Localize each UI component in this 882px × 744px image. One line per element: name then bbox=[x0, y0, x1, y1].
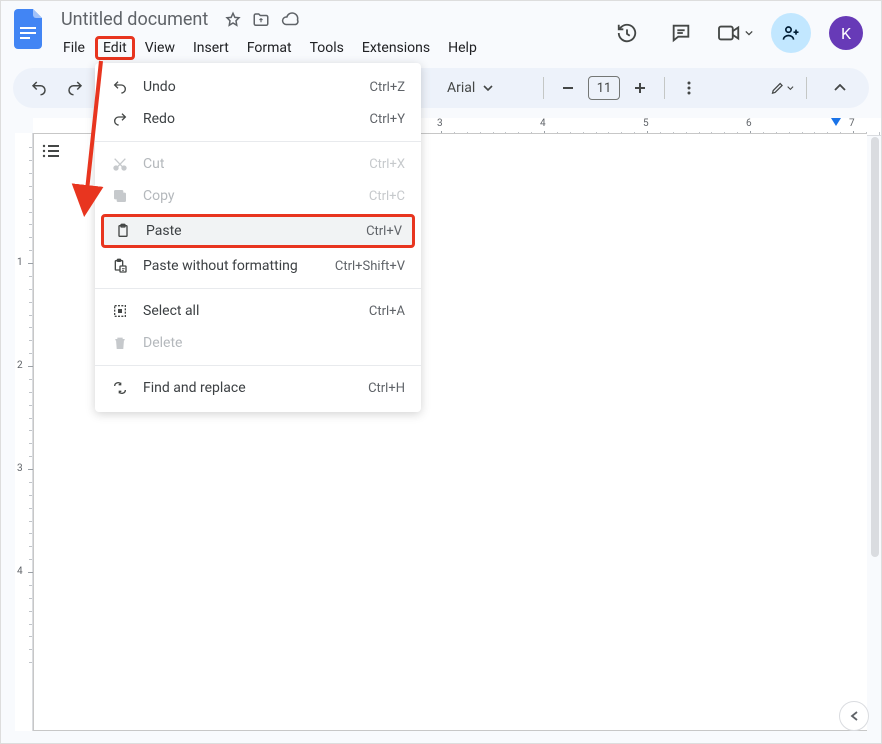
editing-mode-button[interactable] bbox=[770, 76, 794, 100]
star-icon[interactable] bbox=[224, 11, 242, 29]
font-size-control: 11 bbox=[556, 76, 652, 100]
docs-logo-icon[interactable] bbox=[11, 11, 47, 47]
edit-menu-undo-shortcut: Ctrl+Z bbox=[370, 80, 405, 95]
menu-separator bbox=[95, 288, 421, 289]
document-title[interactable]: Untitled document bbox=[55, 7, 214, 32]
explore-fab[interactable] bbox=[839, 701, 869, 731]
share-button[interactable] bbox=[771, 13, 811, 53]
edit-menu-undo-label: Undo bbox=[143, 79, 176, 95]
menu-format[interactable]: Format bbox=[239, 36, 300, 60]
edit-menu-redo-shortcut: Ctrl+Y bbox=[370, 112, 405, 127]
menu-help[interactable]: Help bbox=[440, 36, 485, 60]
scrollbar-thumb[interactable] bbox=[871, 137, 879, 557]
collapse-toolbar-icon[interactable] bbox=[825, 73, 855, 103]
cut-icon bbox=[111, 156, 129, 172]
edit-menu-redo[interactable]: Redo Ctrl+Y bbox=[95, 103, 421, 135]
vertical-scrollbar[interactable] bbox=[871, 137, 879, 703]
paste-icon bbox=[114, 223, 132, 239]
select-all-icon bbox=[111, 303, 129, 319]
edit-menu-cut: Cut Ctrl+X bbox=[95, 148, 421, 180]
header: Untitled document File Edit View Insert … bbox=[1, 1, 881, 60]
menu-extensions[interactable]: Extensions bbox=[354, 36, 438, 60]
edit-menu-select-all-shortcut: Ctrl+A bbox=[369, 304, 405, 319]
edit-menu-cut-shortcut: Ctrl+X bbox=[369, 157, 405, 172]
delete-icon bbox=[111, 335, 129, 351]
edit-menu-select-all-label: Select all bbox=[143, 303, 199, 319]
edit-menu-find-replace-shortcut: Ctrl+H bbox=[368, 381, 405, 396]
undo-icon bbox=[111, 79, 129, 95]
title-and-menubar: Untitled document File Edit View Insert … bbox=[55, 7, 485, 60]
account-avatar[interactable]: K bbox=[829, 16, 863, 50]
menu-insert[interactable]: Insert bbox=[185, 36, 237, 60]
edit-menu-dropdown: Undo Ctrl+Z Redo Ctrl+Y Cut Ctrl+X Copy … bbox=[95, 63, 421, 412]
redo-button[interactable] bbox=[63, 76, 87, 100]
font-family-label: Arial bbox=[447, 80, 475, 96]
edit-menu-find-replace[interactable]: Find and replace Ctrl+H bbox=[95, 372, 421, 404]
edit-menu-find-replace-label: Find and replace bbox=[143, 380, 246, 396]
menu-tools[interactable]: Tools bbox=[302, 36, 352, 60]
edit-menu-paste[interactable]: Paste Ctrl+V bbox=[101, 214, 415, 248]
menu-view[interactable]: View bbox=[137, 36, 183, 60]
outline-toggle-icon[interactable] bbox=[41, 143, 61, 159]
edit-menu-paste-plain-label: Paste without formatting bbox=[143, 258, 298, 274]
copy-icon bbox=[111, 188, 129, 204]
menubar: File Edit View Insert Format Tools Exten… bbox=[55, 36, 485, 60]
edit-menu-paste-without-formatting[interactable]: Paste without formatting Ctrl+Shift+V bbox=[95, 250, 421, 282]
find-replace-icon bbox=[111, 380, 129, 396]
menu-edit[interactable]: Edit bbox=[95, 36, 135, 60]
vertical-ruler[interactable]: 1234 bbox=[15, 133, 33, 731]
edit-menu-paste-label: Paste bbox=[146, 223, 182, 239]
menu-file[interactable]: File bbox=[55, 36, 93, 60]
edit-menu-select-all[interactable]: Select all Ctrl+A bbox=[95, 295, 421, 327]
meet-icon[interactable] bbox=[717, 15, 753, 51]
history-icon[interactable] bbox=[609, 15, 645, 51]
move-icon[interactable] bbox=[252, 11, 270, 29]
edit-menu-paste-plain-shortcut: Ctrl+Shift+V bbox=[335, 259, 405, 274]
chevron-down-icon bbox=[483, 85, 493, 91]
redo-icon bbox=[111, 111, 129, 127]
edit-menu-paste-shortcut: Ctrl+V bbox=[366, 224, 402, 239]
cloud-status-icon[interactable] bbox=[280, 11, 300, 29]
font-family-selector[interactable]: Arial bbox=[441, 80, 531, 96]
comments-icon[interactable] bbox=[663, 15, 699, 51]
undo-button[interactable] bbox=[27, 76, 51, 100]
edit-menu-undo[interactable]: Undo Ctrl+Z bbox=[95, 71, 421, 103]
edit-menu-copy-label: Copy bbox=[143, 188, 175, 204]
edit-menu-delete: Delete bbox=[95, 327, 421, 359]
edit-menu-delete-label: Delete bbox=[143, 335, 182, 351]
edit-menu-copy: Copy Ctrl+C bbox=[95, 180, 421, 212]
edit-menu-cut-label: Cut bbox=[143, 156, 164, 172]
edit-menu-copy-shortcut: Ctrl+C bbox=[369, 189, 405, 204]
menu-separator bbox=[95, 365, 421, 366]
font-size-decrease[interactable] bbox=[556, 76, 580, 100]
menu-separator bbox=[95, 141, 421, 142]
right-margin-marker-icon[interactable] bbox=[831, 118, 841, 126]
paste-plain-icon bbox=[111, 258, 129, 274]
font-size-increase[interactable] bbox=[628, 76, 652, 100]
font-size-input[interactable]: 11 bbox=[588, 76, 620, 100]
more-tools-icon[interactable] bbox=[677, 76, 701, 100]
edit-menu-redo-label: Redo bbox=[143, 111, 175, 127]
